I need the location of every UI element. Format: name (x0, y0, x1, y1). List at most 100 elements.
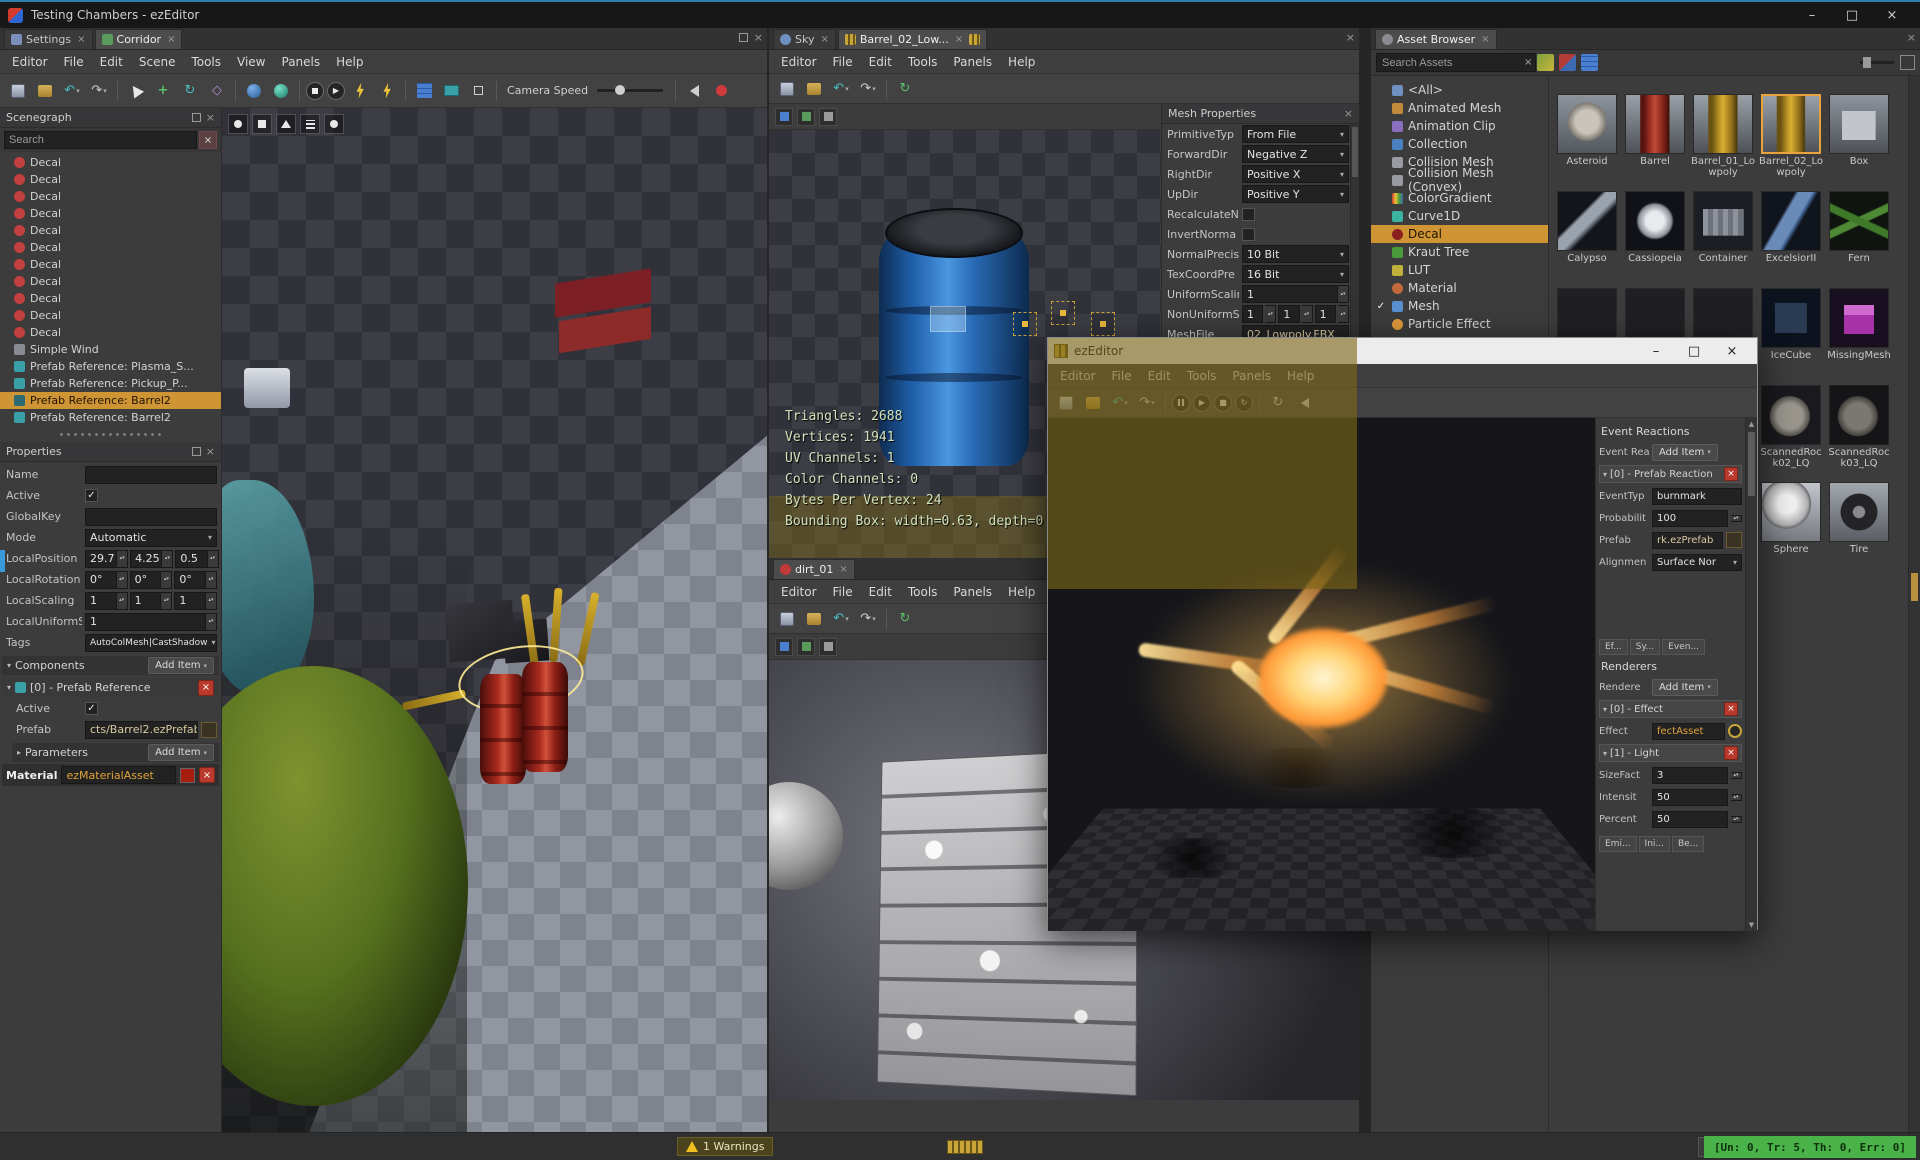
redo-button[interactable]: ↷ ▾ (856, 77, 880, 101)
slider-knob[interactable] (1863, 57, 1871, 68)
asset-grid-item[interactable]: MissingMesh (1827, 288, 1891, 385)
save-button[interactable] (6, 79, 30, 103)
scenegraph-item-prefab-selected[interactable]: Prefab Reference: Barrel2 (0, 392, 221, 409)
asset-grid-item[interactable]: Asteroid (1555, 94, 1619, 191)
forwarddir-dropdown[interactable]: Negative Z (1242, 145, 1349, 163)
scenegraph-item-prefab[interactable]: Prefab Reference: Barrel2 (0, 409, 221, 426)
undo-button[interactable]: ↶ ▾ (60, 79, 84, 103)
tab-close-icon[interactable]: × (167, 34, 175, 45)
close-button[interactable]: × (1872, 2, 1912, 28)
alignment-dropdown[interactable]: Surface Nor (1652, 554, 1742, 571)
sound-button[interactable] (1293, 391, 1317, 415)
spinner[interactable]: ▴▾ (161, 571, 172, 589)
menu-edit[interactable]: Edit (1140, 366, 1179, 386)
camera-speed-slider[interactable] (597, 89, 663, 92)
particle-window-titlebar[interactable]: ezEditor – □ × (1048, 338, 1757, 364)
position-x-input[interactable]: 29.7 (85, 550, 117, 568)
scaling-x-input[interactable]: 1 (85, 592, 117, 610)
menu-edit[interactable]: Edit (861, 582, 900, 602)
asset-type-lut[interactable]: LUT (1371, 261, 1548, 279)
tab-close-icon[interactable]: × (839, 564, 847, 575)
normalprecision-dropdown[interactable]: 10 Bit (1242, 245, 1349, 263)
asset-type-particle-effect[interactable]: Particle Effect (1371, 315, 1548, 333)
probability-input[interactable]: 100 (1652, 510, 1728, 527)
updir-dropdown[interactable]: Positive Y (1242, 185, 1349, 203)
asset-type-material[interactable]: Material (1371, 279, 1548, 297)
menu-panels[interactable]: Panels (945, 52, 1000, 72)
mute-sound-button[interactable] (682, 79, 706, 103)
eventtype-input[interactable]: burnmark (1652, 488, 1742, 505)
tab-asset-browser[interactable]: Asset Browser × (1375, 29, 1497, 49)
asset-search-input[interactable] (1376, 53, 1536, 72)
scroll-down-icon[interactable]: ▼ (1746, 919, 1757, 931)
splitter-handle[interactable] (60, 428, 161, 440)
float-panel-icon[interactable] (192, 113, 201, 122)
rotation-x-input[interactable]: 0° (85, 571, 117, 589)
asset-grid-item[interactable]: ExcelsiorII (1759, 191, 1823, 288)
save-button[interactable] (1054, 391, 1078, 415)
asset-grid-item[interactable]: Container (1691, 191, 1755, 288)
perspective-icon[interactable] (252, 114, 272, 134)
asset-grid-item[interactable]: Barrel (1623, 94, 1687, 191)
material-asset-input[interactable]: ezMaterialAsset (61, 766, 176, 784)
loop-button[interactable]: ↻ (1266, 391, 1290, 415)
minimize-button[interactable]: – (1637, 339, 1675, 363)
prefab-reaction-item-header[interactable]: ▾ [0] - Prefab Reaction × (1599, 465, 1742, 483)
menu-view[interactable]: View (229, 52, 273, 72)
menu-edit[interactable]: Edit (861, 52, 900, 72)
scenegraph-item-decal[interactable]: Decal (0, 154, 221, 171)
wireframe-icon[interactable] (819, 108, 837, 126)
record-button[interactable] (709, 79, 733, 103)
nonuniform-x-input[interactable]: 1 (1242, 305, 1263, 323)
clear-search-icon[interactable]: × (1524, 57, 1532, 68)
scale-tool-button[interactable]: ◇ (205, 79, 229, 103)
menu-edit[interactable]: Edit (92, 52, 131, 72)
redo-button[interactable]: ↷ ▾ (856, 607, 880, 631)
rightdir-dropdown[interactable]: Positive X (1242, 165, 1349, 183)
rotate-tool-button[interactable]: ↻ (178, 79, 202, 103)
tab-sky[interactable]: Sky × (773, 29, 836, 49)
scenegraph-item-decal[interactable]: Decal (0, 290, 221, 307)
asset-type-decal[interactable]: Decal (1371, 225, 1548, 243)
grid-toggle-button[interactable] (412, 79, 436, 103)
collapse-caret-icon[interactable]: ▾ (7, 683, 11, 692)
sizefactor-input[interactable]: 3 (1652, 767, 1728, 784)
asset-type-collision-mesh-convex[interactable]: Collision Mesh (Convex) (1371, 171, 1548, 189)
tab-undock-icon[interactable]: × (1481, 34, 1489, 45)
save-button[interactable] (775, 607, 799, 631)
open-button[interactable] (1081, 391, 1105, 415)
scenegraph-item-decal[interactable]: Decal (0, 222, 221, 239)
close-panel-icon[interactable]: × (206, 447, 215, 456)
menu-file[interactable]: File (825, 52, 861, 72)
nonuniform-z-input[interactable]: 1 (1315, 305, 1336, 323)
scenegraph-item-decal[interactable]: Decal (0, 307, 221, 324)
menu-tools[interactable]: Tools (183, 52, 229, 72)
play-button[interactable]: ▶ (1193, 394, 1211, 412)
tab-system[interactable]: Sy... (1630, 639, 1660, 655)
undo-button[interactable]: ↶ ▾ (829, 607, 853, 631)
recalculatenormals-checkbox[interactable] (1242, 208, 1255, 221)
scenegraph-item-decal[interactable]: Decal (0, 273, 221, 290)
render-mode-button[interactable] (306, 82, 324, 100)
collapse-caret-icon[interactable]: ▾ (7, 661, 11, 670)
menu-editor[interactable]: Editor (773, 582, 825, 602)
add-component-button[interactable]: Add Item ▾ (148, 657, 214, 674)
asset-grid-item[interactable]: Fern (1827, 191, 1891, 288)
select-tool-button[interactable] (124, 79, 148, 103)
prefab-asset-input[interactable]: cts/Barrel2.ezPrefab (85, 721, 198, 739)
mode-dropdown[interactable]: Automatic (85, 529, 217, 547)
menu-help[interactable]: Help (328, 52, 371, 72)
float-panel-icon[interactable] (739, 33, 748, 42)
physics-button[interactable] (269, 79, 293, 103)
spinner[interactable]: ▴▾ (206, 571, 217, 589)
scaling-y-input[interactable]: 1 (130, 592, 162, 610)
asset-grid-item[interactable]: Box (1827, 94, 1891, 191)
scrollbar-thumb[interactable] (1911, 573, 1918, 601)
snap-settings-button[interactable] (466, 79, 490, 103)
tab-close-icon[interactable]: × (77, 34, 85, 45)
name-input[interactable] (85, 466, 217, 484)
remove-item-button[interactable]: × (1724, 746, 1738, 760)
menu-file[interactable]: File (1104, 366, 1140, 386)
spinner[interactable]: ▴▾ (117, 571, 128, 589)
restart-button[interactable]: ↻ (1235, 394, 1253, 412)
